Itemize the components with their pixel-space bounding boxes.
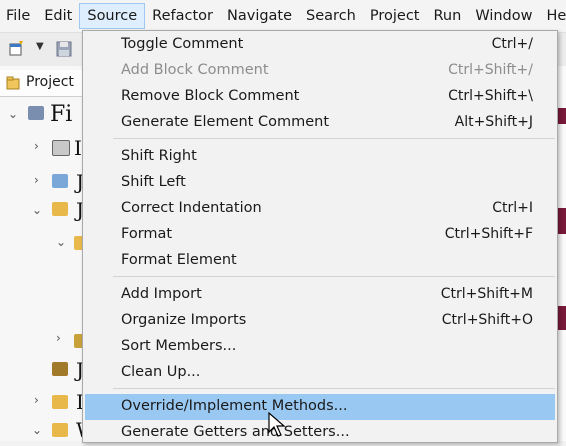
menu-item-label: Generate Getters and Setters... <box>121 424 350 440</box>
menu-item-organize-imports[interactable]: Organize Imports Ctrl+Shift+O <box>83 308 557 334</box>
save-icon[interactable] <box>56 41 72 57</box>
menu-item-label: Format <box>121 226 173 242</box>
menu-item-shortcut: Ctrl+I <box>492 200 533 216</box>
menu-separator <box>113 276 555 277</box>
menu-project[interactable]: Project <box>363 3 427 29</box>
new-dropdown-icon[interactable]: ▼ <box>36 41 44 52</box>
collapse-caret-icon[interactable]: › <box>56 331 61 345</box>
menu-item-toggle-comment[interactable]: Toggle Comment Ctrl+/ <box>83 32 557 58</box>
menu-item-generate-getters-and-setters[interactable]: Generate Getters and Setters... <box>83 420 557 446</box>
menu-item-shift-left[interactable]: Shift Left <box>83 170 557 196</box>
tree-node-label: I <box>74 136 82 160</box>
tree-node[interactable]: ⌄ Fi <box>0 102 84 127</box>
menu-item-correct-indentation[interactable]: Correct Indentation Ctrl+I <box>83 196 557 222</box>
menu-item-generate-element-comment[interactable]: Generate Element Comment Alt+Shift+J <box>83 110 557 136</box>
menu-item-shift-right[interactable]: Shift Right <box>83 144 557 170</box>
menu-search[interactable]: Search <box>299 3 363 29</box>
tree-node[interactable]: J <box>0 358 84 382</box>
collapse-caret-icon[interactable]: › <box>34 173 39 187</box>
menu-help[interactable]: He <box>539 3 566 29</box>
tree-node[interactable]: ⌄ J <box>0 198 84 222</box>
menu-item-label: Override/Implement Methods... <box>121 398 348 414</box>
collapse-caret-icon[interactable]: › <box>34 393 39 407</box>
menu-item-add-block-comment[interactable]: Add Block Comment Ctrl+Shift+/ <box>83 58 557 84</box>
menu-navigate[interactable]: Navigate <box>220 3 299 29</box>
menu-item-sort-members[interactable]: Sort Members... <box>83 334 557 360</box>
project-explorer-label: Project <box>26 74 74 90</box>
folder-icon <box>52 423 68 437</box>
menu-item-remove-block-comment[interactable]: Remove Block Comment Ctrl+Shift+\ <box>83 84 557 110</box>
menu-refactor[interactable]: Refactor <box>145 3 220 29</box>
menu-item-label: Generate Element Comment <box>121 114 330 130</box>
menu-run[interactable]: Run <box>427 3 469 29</box>
expand-caret-icon[interactable]: ⌄ <box>32 203 42 217</box>
menu-item-label: Format Element <box>121 252 237 268</box>
source-menu: Toggle Comment Ctrl+/ Add Block Comment Ctr… <box>82 30 558 443</box>
menu-item-add-import[interactable]: Add Import Ctrl+Shift+M <box>83 282 557 308</box>
editor-text-fragment <box>557 108 566 124</box>
jar-icon <box>52 362 68 376</box>
project-explorer-icon <box>6 76 20 90</box>
menu-item-label: Correct Indentation <box>121 200 262 216</box>
expand-caret-icon[interactable]: ⌄ <box>8 107 18 121</box>
menu-item-label: Sort Members... <box>121 338 237 354</box>
menu-item-label: Shift Right <box>121 148 197 164</box>
menu-separator <box>113 388 555 389</box>
editor-text-fragment <box>557 208 566 234</box>
menu-source[interactable]: Source <box>79 3 146 29</box>
menu-window[interactable]: Window <box>468 3 539 29</box>
tree-node[interactable]: ⌄ <box>0 230 84 254</box>
tree-node[interactable]: › J <box>0 170 84 194</box>
menu-edit[interactable]: Edit <box>37 3 79 29</box>
jre-icon <box>52 174 68 188</box>
project-explorer-tab[interactable]: Project <box>0 70 84 97</box>
menu-bar: File Edit Source Refactor Navigate Searc… <box>0 0 566 32</box>
menu-item-format[interactable]: Format Ctrl+Shift+F <box>83 222 557 248</box>
menu-separator <box>113 138 555 139</box>
menu-item-clean-up[interactable]: Clean Up... <box>83 360 557 386</box>
mouse-cursor-icon <box>268 412 286 437</box>
tree-node-label: Fi <box>50 102 73 127</box>
menu-item-label: Shift Left <box>121 174 186 190</box>
expand-caret-icon[interactable]: ⌄ <box>32 423 42 437</box>
menu-item-label: Add Block Comment <box>121 62 269 78</box>
menu-item-override-implement-methods[interactable]: Override/Implement Methods... <box>85 394 555 420</box>
menu-item-shortcut: Ctrl+Shift+/ <box>448 62 533 78</box>
menu-item-label: Add Import <box>121 286 202 302</box>
tree-node[interactable]: › <box>0 328 84 352</box>
menu-item-format-element[interactable]: Format Element <box>83 248 557 274</box>
workspace-icon <box>28 106 44 120</box>
menu-file[interactable]: File <box>0 3 37 29</box>
menu-item-shortcut: Alt+Shift+J <box>454 114 533 130</box>
menu-item-shortcut: Ctrl+/ <box>491 36 533 52</box>
menu-item-shortcut: Ctrl+Shift+O <box>441 312 533 328</box>
new-icon[interactable] <box>8 41 24 57</box>
tree-node[interactable]: ⌄ W <box>0 418 97 442</box>
collapse-caret-icon[interactable]: › <box>34 139 39 153</box>
menu-item-shortcut: Ctrl+Shift+F <box>444 226 533 242</box>
menu-item-label: Clean Up... <box>121 364 201 380</box>
menu-item-shortcut: Ctrl+Shift+M <box>440 286 533 302</box>
editor-text-fragment <box>557 306 566 330</box>
expand-caret-icon[interactable]: ⌄ <box>56 235 66 249</box>
menu-item-label: Toggle Comment <box>121 36 244 52</box>
menu-item-label: Remove Block Comment <box>121 88 300 104</box>
menu-item-label: Organize Imports <box>121 312 247 328</box>
source-folder-icon <box>52 202 68 216</box>
menu-item-shortcut: Ctrl+Shift+\ <box>448 88 533 104</box>
tree-node[interactable]: › I <box>0 390 84 414</box>
library-icon <box>52 140 70 156</box>
folder-icon <box>52 395 68 409</box>
tree-node[interactable]: › I <box>0 136 84 160</box>
